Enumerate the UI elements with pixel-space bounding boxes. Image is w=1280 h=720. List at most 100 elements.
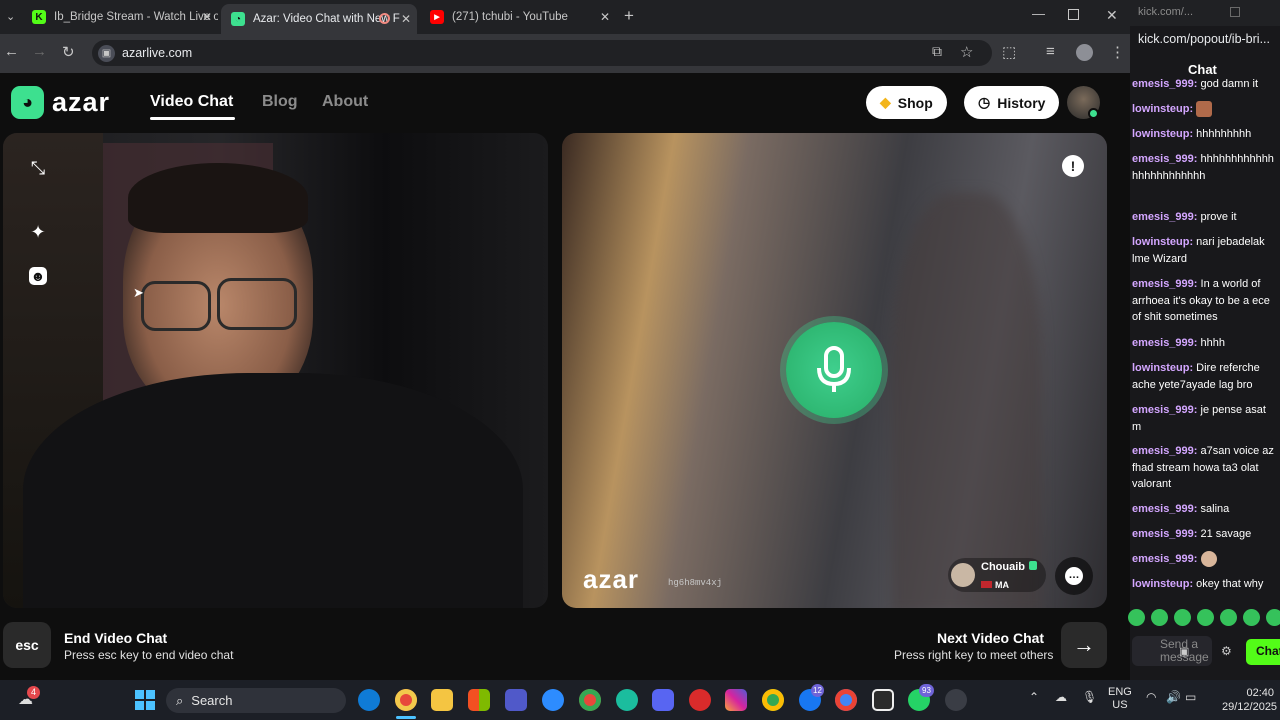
emote-icon [1220, 609, 1237, 626]
store-icon[interactable] [468, 689, 490, 711]
esc-button[interactable]: esc [3, 622, 51, 668]
close-icon[interactable]: ✕ [401, 12, 411, 26]
close-icon[interactable]: ✕ [202, 10, 212, 24]
emote-picker-icon[interactable]: ▣ [1179, 645, 1189, 658]
tab-search-icon[interactable]: ⌄ [6, 10, 15, 23]
bookmark-star-icon[interactable]: ☆ [960, 43, 973, 61]
chrome-icon[interactable] [395, 689, 417, 711]
close-icon[interactable]: ✕ [600, 10, 610, 24]
chat-button[interactable]: … [1055, 557, 1093, 595]
back-icon[interactable]: ← [4, 43, 19, 60]
emote-icon [1243, 609, 1260, 626]
forward-icon[interactable]: → [32, 43, 47, 60]
chat-message: emesis_999: god damn it [1132, 78, 1258, 90]
tab-youtube[interactable]: ▶ (271) tchubi - YouTube ✕ [420, 4, 616, 30]
chat-title: Chat [1188, 62, 1217, 77]
mouse-cursor: ➤ [133, 285, 144, 300]
tab-title: Azar: Video Chat with New F [253, 13, 400, 25]
partner-name: Chouaib [981, 561, 1025, 573]
emote-icon [1151, 609, 1168, 626]
onedrive-icon[interactable]: ☁ [1055, 690, 1067, 704]
chrome-profile-icon[interactable] [579, 689, 601, 711]
active-tab-underline [150, 117, 235, 120]
instagram-icon[interactable] [725, 689, 747, 711]
obs-icon[interactable] [945, 689, 967, 711]
new-tab-icon[interactable]: + [624, 6, 634, 26]
windows-start-icon[interactable] [135, 690, 155, 710]
history-label: History [997, 94, 1046, 111]
report-icon[interactable]: ! [1062, 155, 1084, 177]
site-info-icon[interactable]: ▣ [98, 45, 115, 62]
face-filter-icon[interactable]: ☻ [29, 267, 47, 285]
capcut-icon[interactable] [872, 689, 894, 711]
close-window-icon[interactable]: ✕ [1106, 7, 1118, 24]
menu-kebab-icon[interactable]: ⋮ [1110, 43, 1125, 61]
media-control-icon[interactable]: ≡ [1046, 43, 1055, 60]
tab-kick[interactable]: K Ib_Bridge Stream - Watch Live o ✕ [22, 4, 218, 30]
taskbar-search[interactable]: ⌕ Search [166, 688, 346, 713]
chat-message: emesis_999: hhhhhhhhhhhhhhhhhhhhhhhh [1132, 153, 1274, 182]
system-clock[interactable]: 02:40 29/12/2025 [1222, 686, 1278, 714]
clock-date: 29/12/2025 [1222, 701, 1278, 713]
end-chat-title: End Video Chat [64, 630, 168, 646]
tray-expand-icon[interactable]: ⌃ [1029, 690, 1039, 704]
session-code: hg6h8mv4xj [668, 578, 723, 588]
next-button[interactable]: → [1061, 622, 1107, 668]
install-app-icon[interactable]: ⧉ [932, 43, 942, 60]
nav-video-chat[interactable]: Video Chat [150, 93, 233, 111]
app-icon[interactable] [689, 689, 711, 711]
maximize-icon[interactable] [1230, 7, 1240, 17]
vpn-icon[interactable] [616, 689, 638, 711]
discord-icon[interactable] [652, 689, 674, 711]
tab-title: Ib_Bridge Stream - Watch Live o [54, 11, 218, 23]
azar-logo[interactable]: ◕ azar [11, 86, 110, 119]
language-indicator[interactable]: ENG US [1108, 686, 1132, 712]
extensions-icon[interactable]: ⬚ [1002, 43, 1016, 61]
nav-blog[interactable]: Blog [262, 93, 298, 111]
history-button[interactable]: ◷ History [964, 86, 1060, 119]
chat-message: emesis_999: je pense asat m [1132, 404, 1266, 433]
whatsapp-badge: 93 [919, 684, 934, 697]
chat-input[interactable]: Send a message [1132, 636, 1212, 666]
url-text: azarlive.com [122, 46, 193, 60]
minimize-view-icon[interactable]: ⤡ [27, 157, 49, 179]
minimize-icon[interactable]: — [1032, 6, 1045, 21]
wifi-icon[interactable]: ◠ [1146, 690, 1156, 704]
battery-icon[interactable]: ▭ [1185, 690, 1196, 704]
maximize-icon[interactable] [1068, 9, 1079, 20]
file-explorer-icon[interactable] [431, 689, 453, 711]
youtube-icon: ▶ [430, 10, 444, 24]
tab-azar[interactable]: ◔ Azar: Video Chat with New F ✕ [221, 4, 417, 34]
emote-bar[interactable] [1128, 609, 1280, 627]
active-app-indicator [396, 716, 416, 719]
chrome-profile-icon[interactable] [835, 689, 857, 711]
gem-icon: ◆ [880, 94, 891, 110]
next-chat-hint: Press right key to meet others [894, 648, 1054, 662]
teams-icon[interactable] [505, 689, 527, 711]
microphone-tray-icon[interactable]: 🎙 [1082, 690, 1097, 704]
partner-badge[interactable]: Chouaib MA [948, 558, 1046, 592]
emote-icon [1266, 609, 1280, 626]
azar-logo-icon: ◕ [11, 86, 44, 119]
chrome-profile-icon[interactable] [762, 689, 784, 711]
notification-badge: 4 [27, 686, 40, 699]
edge-icon[interactable] [358, 689, 380, 711]
zoom-icon[interactable] [542, 689, 564, 711]
language-label: ENG [1108, 686, 1132, 698]
shop-button[interactable]: ◆ Shop [866, 86, 947, 119]
effects-sparkle-icon[interactable]: ✦ [27, 221, 49, 243]
chat-message: lowinsteup: hhhhhhhhh [1132, 128, 1252, 140]
emote-icon [1197, 609, 1214, 626]
region-label: US [1112, 699, 1128, 711]
chat-message: emesis_999: [1132, 551, 1278, 568]
volume-icon[interactable]: 🔊 [1166, 690, 1181, 704]
reload-icon[interactable]: ↻ [62, 43, 75, 61]
settings-gear-icon[interactable]: ⚙ [1221, 644, 1232, 658]
chat-message: lowinsteup: okey that why [1132, 578, 1264, 590]
chat-message: emesis_999: salina [1132, 503, 1230, 515]
address-bar[interactable]: ▣ azarlive.com [92, 40, 992, 66]
profile-icon[interactable] [1076, 44, 1093, 61]
chat-send-button[interactable]: Chat [1246, 639, 1280, 665]
mic-icon [786, 322, 882, 418]
nav-about[interactable]: About [322, 93, 368, 111]
